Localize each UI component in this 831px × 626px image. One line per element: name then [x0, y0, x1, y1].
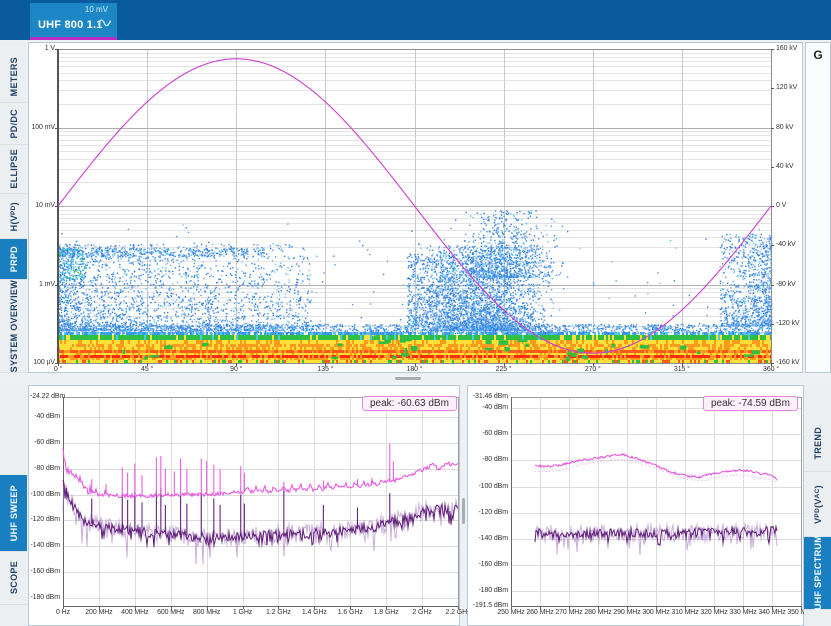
y-axis-tick: -120 dBm	[30, 516, 60, 523]
prpd-chart-panel: 1 V100 mV10 mV1 mV100 µV160 kV120 kV80 k…	[28, 42, 803, 373]
sidebar-item-meters[interactable]: METERS	[0, 52, 27, 103]
splitter-grip[interactable]	[395, 377, 421, 380]
x-axis-tick: 45 °	[127, 366, 167, 373]
left-sidebar-top: METERS PD/DC ELLIPSE H(VPD) PRPD SYSTEM OVERV…	[0, 42, 27, 373]
sidebar-item-label: PRPD	[9, 246, 19, 272]
horizontal-splitter[interactable]	[0, 373, 831, 385]
sidebar-item-vpd-vac[interactable]: VPD(VAC)	[804, 472, 831, 537]
sidebar-item-label: ELLIPSE	[9, 149, 19, 189]
peak-badge-spectrum: peak: -74.59 dBm	[703, 396, 798, 411]
sidebar-item-label: H(VPD)	[9, 202, 19, 231]
y-axis-tick: -140 dBm	[469, 535, 508, 542]
sidebar-item-label: PD/DC	[9, 109, 19, 139]
tab-accent-bar	[30, 37, 117, 40]
sidebar-item-label: TREND	[813, 427, 823, 460]
y-axis-tick: 10 mV	[30, 202, 55, 209]
y-axis-tick: -180 dBm	[30, 594, 60, 601]
y-axis-tick: 100 mV	[30, 124, 55, 131]
y-axis-tick: -191.5 dBm	[469, 602, 508, 609]
sidebar-item-label: UHF SWEEP	[9, 485, 19, 541]
uhf-sweep-chart-panel: peak: -60.63 dBm -24.22 dBm -40 dBm -60 dB…	[28, 385, 460, 626]
x-axis-tick: 90 °	[216, 366, 256, 373]
y-axis-tick: 1 V	[30, 45, 55, 52]
y-axis-tick: 100 µV	[30, 359, 55, 366]
x-axis-tick: 0 °	[38, 366, 78, 373]
uhf-spectrum-chart[interactable]	[468, 386, 803, 625]
channel-tab-title: UHF 800 1.1	[38, 19, 103, 31]
x-axis-tick: 180 °	[395, 366, 435, 373]
sidebar-item-label: VPD(VAC)	[813, 485, 823, 524]
sidebar-item-uhf-sweep[interactable]: UHF SWEEP	[0, 475, 27, 552]
x-axis-tick: 360 °	[751, 366, 791, 373]
y-axis-tick: 1 mV	[30, 281, 55, 288]
sine-wave-icon	[98, 15, 111, 33]
x-axis-tick: 270 °	[573, 366, 613, 373]
sidebar-item-h-vpd[interactable]: H(VPD)	[0, 194, 27, 240]
y-axis-tick: -120 dBm	[469, 509, 508, 516]
y-axis-tick: -80 dBm	[469, 456, 508, 463]
sidebar-item-ellipse[interactable]: ELLIPSE	[0, 145, 27, 194]
vertical-splitter[interactable]	[460, 385, 467, 626]
sidebar-item-trend[interactable]: TREND	[804, 415, 831, 472]
y-axis-tick: -80 dBm	[30, 465, 60, 472]
y-axis-tick: -140 dBm	[30, 542, 60, 549]
x-axis-tick: 135 °	[305, 366, 345, 373]
y-axis-tick: -160 dBm	[469, 561, 508, 568]
uhf-spectrum-chart-panel: peak: -74.59 dBm -31.46 dBm -40 dBm -60 dB…	[467, 385, 804, 626]
sidebar-item-scope[interactable]: SCOPE	[0, 552, 27, 605]
splitter-grip[interactable]	[462, 498, 465, 524]
y-axis-tick: -40 dBm	[469, 404, 508, 411]
right-side-panel: G	[805, 42, 831, 373]
prpd-chart[interactable]	[29, 43, 802, 372]
sidebar-item-system-overview[interactable]: SYSTEM OVERVIEW	[0, 280, 27, 373]
peak-badge-sweep: peak: -60.63 dBm	[362, 396, 457, 411]
y-axis-tick: -60 dBm	[469, 430, 508, 437]
y-axis-tick: -160 dBm	[30, 568, 60, 575]
x-axis-tick: 315 °	[662, 366, 702, 373]
range-label: 10 mV	[85, 5, 108, 14]
header-bar: 10 mV UHF 800 1.1	[0, 0, 831, 40]
g-button[interactable]: G	[806, 48, 830, 62]
y-axis-tick: -100 dBm	[469, 483, 508, 490]
x-axis-tick: 225 °	[484, 366, 524, 373]
right-sidebar-bottom: TREND VPD(VAC) UHF SPECTRUM	[804, 385, 831, 626]
sidebar-item-label: SYSTEM OVERVIEW	[9, 280, 19, 372]
y-axis-tick: -180 dBm	[469, 587, 508, 594]
y-axis-tick: -40 dBm	[30, 413, 60, 420]
sidebar-item-label: SCOPE	[9, 561, 19, 594]
channel-tab-uhf800[interactable]: 10 mV UHF 800 1.1	[30, 3, 117, 40]
left-sidebar-bottom: UHF SWEEP SCOPE	[0, 385, 27, 626]
sidebar-item-uhf-spectrum[interactable]: UHF SPECTRUM	[804, 537, 831, 610]
y-axis-tick: -60 dBm	[30, 439, 60, 446]
app-window: 10 mV UHF 800 1.1 METERS PD/DC ELLIPSE H(VP…	[0, 0, 831, 626]
y-axis-tick: -100 dBm	[30, 491, 60, 498]
sidebar-item-label: UHF SPECTRUM	[813, 535, 823, 610]
y-axis-tick: -31.46 dBm	[469, 393, 508, 400]
y-axis-tick: -24.22 dBm	[30, 393, 60, 400]
sidebar-item-pd-dc[interactable]: PD/DC	[0, 103, 27, 145]
sidebar-item-label: METERS	[9, 57, 19, 96]
sidebar-item-prpd[interactable]: PRPD	[0, 239, 27, 279]
uhf-sweep-chart[interactable]	[29, 386, 459, 625]
